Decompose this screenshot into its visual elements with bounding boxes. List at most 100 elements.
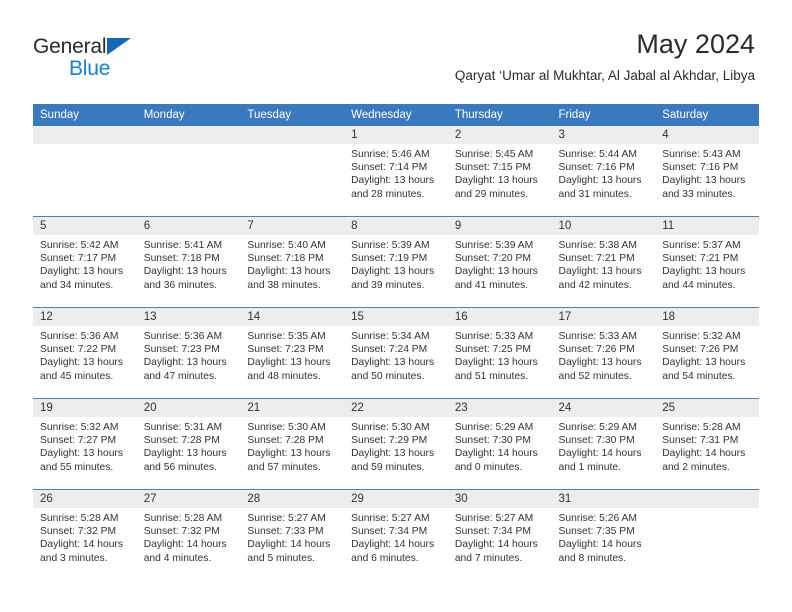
calendar-day-cell[interactable]: 24 Sunrise: 5:29 AM Sunset: 7:30 PM Dayligh… [551,398,656,490]
logo-word-blue: Blue [69,57,111,80]
general-blue-logo[interactable]: General Blue [33,36,132,80]
day-cell-details: Sunrise: 5:39 AM Sunset: 7:20 PM Daylight:… [448,235,552,292]
day-cell-details: Sunrise: 5:39 AM Sunset: 7:19 PM Daylight:… [344,235,448,292]
sunrise-text: Sunrise: 5:35 AM [247,331,326,342]
day-cell-inner: 7 Sunrise: 5:40 AM Sunset: 7:18 PM Daylight… [240,217,345,307]
sunset-text: Sunset: 7:35 PM [558,526,635,538]
calendar-day-cell[interactable]: 12 Sunrise: 5:36 AM Sunset: 7:22 PM Dayligh… [33,307,137,399]
sunset-text: Sunset: 7:27 PM [40,435,117,447]
day-number: 5 [33,217,137,235]
daylight-text: Daylight: 13 hours and 56 minutes. [143,448,227,473]
day-cell-details: Sunrise: 5:38 AM Sunset: 7:21 PM Daylight:… [552,235,656,292]
calendar-day-cell[interactable]: 21 Sunrise: 5:30 AM Sunset: 7:28 PM Dayligh… [240,398,345,490]
daylight-text: Daylight: 13 hours and 41 minutes. [454,266,538,291]
calendar-day-cell[interactable]: 23 Sunrise: 5:29 AM Sunset: 7:30 PM Dayligh… [447,398,552,490]
sunset-text: Sunset: 7:23 PM [247,344,324,356]
calendar-day-cell[interactable]: 20 Sunrise: 5:31 AM Sunset: 7:28 PM Dayligh… [136,398,241,490]
day-number: 21 [240,399,345,417]
calendar-day-cell[interactable]: 13 Sunrise: 5:36 AM Sunset: 7:23 PM Dayligh… [136,307,241,399]
sunset-text: Sunset: 7:22 PM [40,344,117,356]
calendar-day-cell[interactable]: 7 Sunrise: 5:40 AM Sunset: 7:18 PM Daylight… [240,216,345,308]
sunset-text: Sunset: 7:34 PM [351,526,428,538]
day-cell-inner: 21 Sunrise: 5:30 AM Sunset: 7:28 PM Dayligh… [240,399,345,489]
calendar-day-cell[interactable]: 29 Sunrise: 5:27 AM Sunset: 7:34 PM Dayligh… [344,489,448,580]
calendar-day-cell[interactable]: 5 Sunrise: 5:42 AM Sunset: 7:17 PM Daylight… [33,216,137,308]
day-cell-details: Sunrise: 5:29 AM Sunset: 7:30 PM Daylight:… [552,417,656,474]
day-cell-inner: 28 Sunrise: 5:27 AM Sunset: 7:33 PM Dayligh… [240,490,345,580]
calendar-week-row: 26 Sunrise: 5:28 AM Sunset: 7:32 PM Dayligh… [33,489,759,580]
sunrise-text: Sunrise: 5:26 AM [558,513,637,524]
day-cell-inner: 23 Sunrise: 5:29 AM Sunset: 7:30 PM Dayligh… [447,399,552,489]
calendar-day-cell[interactable]: 14 Sunrise: 5:35 AM Sunset: 7:23 PM Dayligh… [240,307,345,399]
sunrise-text: Sunrise: 5:27 AM [351,513,430,524]
calendar-day-cell[interactable]: 26 Sunrise: 5:28 AM Sunset: 7:32 PM Dayligh… [33,489,137,580]
day-cell-inner [655,490,759,580]
sunset-text: Sunset: 7:18 PM [143,253,220,265]
calendar-day-cell[interactable]: 22 Sunrise: 5:30 AM Sunset: 7:29 PM Dayligh… [344,398,448,490]
sunrise-text: Sunrise: 5:36 AM [40,331,119,342]
daylight-text: Daylight: 14 hours and 2 minutes. [662,448,746,473]
calendar-day-cell[interactable]: 18 Sunrise: 5:32 AM Sunset: 7:26 PM Dayligh… [655,307,759,399]
sunrise-text: Sunrise: 5:31 AM [143,422,223,433]
calendar-day-cell[interactable]: 15 Sunrise: 5:34 AM Sunset: 7:24 PM Dayligh… [344,307,448,399]
sunrise-text: Sunrise: 5:30 AM [351,422,430,433]
day-cell-details: Sunrise: 5:32 AM Sunset: 7:27 PM Daylight:… [33,417,137,474]
daylight-text: Daylight: 13 hours and 36 minutes. [143,266,227,291]
day-number: 31 [551,490,656,508]
sunrise-text: Sunrise: 5:40 AM [247,240,326,251]
calendar-day-cell[interactable]: 16 Sunrise: 5:33 AM Sunset: 7:25 PM Dayligh… [447,307,552,399]
day-number: 12 [33,308,137,326]
daylight-text: Daylight: 13 hours and 50 minutes. [351,357,435,382]
day-cell-inner: 26 Sunrise: 5:28 AM Sunset: 7:32 PM Dayligh… [33,490,137,580]
day-number: 13 [136,308,241,326]
sunset-text: Sunset: 7:31 PM [662,435,739,447]
calendar-day-cell-empty [240,126,345,217]
day-number: 17 [551,308,656,326]
calendar-week-row: 5 Sunrise: 5:42 AM Sunset: 7:17 PM Daylight… [33,216,759,308]
calendar-day-cell[interactable]: 31 Sunrise: 5:26 AM Sunset: 7:35 PM Dayligh… [551,489,656,580]
calendar-day-cell[interactable]: 1 Sunrise: 5:46 AM Sunset: 7:14 PM Daylight… [344,126,448,217]
calendar-day-cell[interactable]: 10 Sunrise: 5:38 AM Sunset: 7:21 PM Dayligh… [551,216,656,308]
day-number: 22 [344,399,448,417]
logo-word-general: General [33,36,132,57]
calendar-day-cell[interactable]: 2 Sunrise: 5:45 AM Sunset: 7:15 PM Daylight… [447,126,552,217]
sunset-text: Sunset: 7:21 PM [662,253,739,265]
calendar-day-cell[interactable]: 27 Sunrise: 5:28 AM Sunset: 7:32 PM Dayligh… [136,489,241,580]
daylight-text: Daylight: 13 hours and 42 minutes. [558,266,642,291]
daylight-text: Daylight: 14 hours and 1 minute. [558,448,642,473]
calendar-day-cell[interactable]: 28 Sunrise: 5:27 AM Sunset: 7:33 PM Dayligh… [240,489,345,580]
calendar-day-cell[interactable]: 30 Sunrise: 5:27 AM Sunset: 7:34 PM Dayligh… [447,489,552,580]
daylight-text: Daylight: 13 hours and 38 minutes. [247,266,331,291]
calendar-day-cell[interactable]: 4 Sunrise: 5:43 AM Sunset: 7:16 PM Daylight… [655,126,759,217]
day-number: 25 [655,399,759,417]
calendar-day-cell[interactable]: 3 Sunrise: 5:44 AM Sunset: 7:16 PM Daylight… [551,126,656,217]
weekday-header-wednesday: Wednesday [344,104,448,126]
calendar-week-row: 19 Sunrise: 5:32 AM Sunset: 7:27 PM Dayligh… [33,398,759,490]
title-block: May 2024 Qaryat ‘Umar al Mukhtar, Al Jab… [455,29,755,84]
calendar-day-cell[interactable]: 19 Sunrise: 5:32 AM Sunset: 7:27 PM Dayligh… [33,398,137,490]
calendar-day-cell[interactable]: 9 Sunrise: 5:39 AM Sunset: 7:20 PM Daylight… [447,216,552,308]
day-cell-details: Sunrise: 5:41 AM Sunset: 7:18 PM Daylight:… [137,235,241,292]
calendar-day-cell[interactable]: 8 Sunrise: 5:39 AM Sunset: 7:19 PM Daylight… [344,216,448,308]
sunset-text: Sunset: 7:34 PM [454,526,531,538]
weekday-header-saturday: Saturday [655,104,759,126]
day-cell-details: Sunrise: 5:33 AM Sunset: 7:25 PM Daylight:… [448,326,552,383]
day-cell-details: Sunrise: 5:43 AM Sunset: 7:16 PM Daylight:… [655,144,759,201]
day-number: 29 [344,490,448,508]
calendar-day-cell[interactable]: 25 Sunrise: 5:28 AM Sunset: 7:31 PM Dayligh… [655,398,759,490]
calendar-day-cell[interactable]: 11 Sunrise: 5:37 AM Sunset: 7:21 PM Dayligh… [655,216,759,308]
daylight-text: Daylight: 13 hours and 29 minutes. [454,175,538,200]
calendar-day-cell[interactable]: 17 Sunrise: 5:33 AM Sunset: 7:26 PM Dayligh… [551,307,656,399]
day-cell-inner: 24 Sunrise: 5:29 AM Sunset: 7:30 PM Dayligh… [551,399,656,489]
day-cell-details: Sunrise: 5:31 AM Sunset: 7:28 PM Daylight:… [137,417,241,474]
sunrise-text: Sunrise: 5:28 AM [143,513,223,524]
sunset-text: Sunset: 7:15 PM [454,162,531,174]
day-cell-details: Sunrise: 5:44 AM Sunset: 7:16 PM Daylight:… [552,144,656,201]
day-number: 24 [551,399,656,417]
day-number: 1 [344,126,448,144]
day-cell-inner: 12 Sunrise: 5:36 AM Sunset: 7:22 PM Dayligh… [33,308,137,398]
day-cell-details: Sunrise: 5:27 AM Sunset: 7:34 PM Daylight:… [448,508,552,565]
day-number [33,126,137,144]
weekday-header-row: Sunday Monday Tuesday Wednesday Thursday Frid… [33,104,759,126]
calendar-day-cell[interactable]: 6 Sunrise: 5:41 AM Sunset: 7:18 PM Daylight… [136,216,241,308]
